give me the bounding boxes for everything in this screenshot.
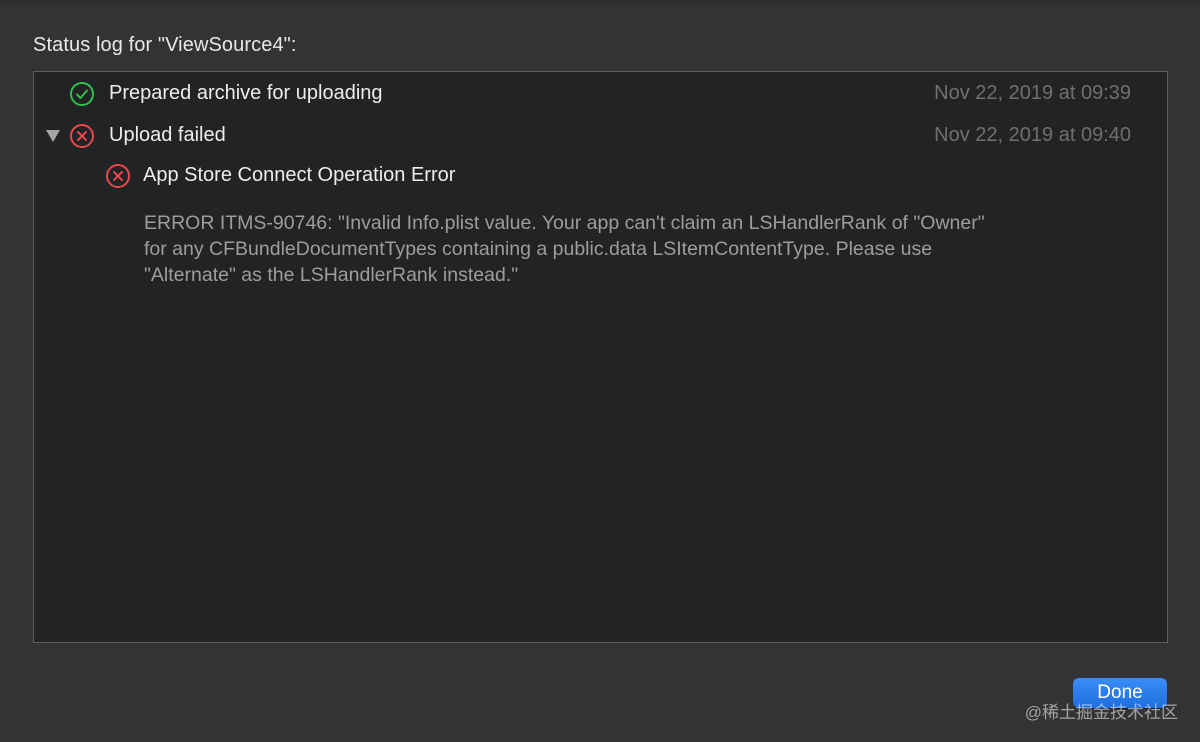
log-entry-title: Upload failed [109, 124, 226, 146]
error-message-line: ERROR ITMS-90746: "Invalid Info.plist va… [144, 212, 985, 234]
log-entry-title: Prepared archive for uploading [109, 82, 383, 104]
checkmark-circle-icon [70, 82, 94, 106]
error-message: ERROR ITMS-90746: "Invalid Info.plist va… [144, 210, 1104, 288]
disclosure-triangle-icon[interactable] [46, 130, 60, 142]
error-message-line: for any CFBundleDocumentTypes containing… [144, 238, 933, 260]
watermark: @稀土掘金技术社区 [1024, 703, 1178, 722]
x-circle-icon [70, 124, 94, 148]
status-log-sheet: Status log for "ViewSource4": Prepared a… [0, 0, 1200, 742]
x-circle-icon [106, 164, 130, 188]
dialog-title: Status log for "ViewSource4": [33, 34, 297, 56]
status-log-panel[interactable]: Prepared archive for uploading Nov 22, 2… [33, 71, 1168, 643]
error-message-line: "Alternate" as the LSHandlerRank instead… [144, 264, 519, 286]
log-entry-timestamp: Nov 22, 2019 at 09:39 [934, 82, 1131, 104]
log-row-upload-failed[interactable]: Upload failed Nov 22, 2019 at 09:40 [34, 122, 1167, 152]
log-entry-timestamp: Nov 22, 2019 at 09:40 [934, 124, 1131, 146]
log-entry-title: App Store Connect Operation Error [143, 164, 456, 186]
log-row-operation-error[interactable]: App Store Connect Operation Error [34, 162, 1167, 192]
log-row-prepared-archive[interactable]: Prepared archive for uploading Nov 22, 2… [34, 80, 1167, 110]
